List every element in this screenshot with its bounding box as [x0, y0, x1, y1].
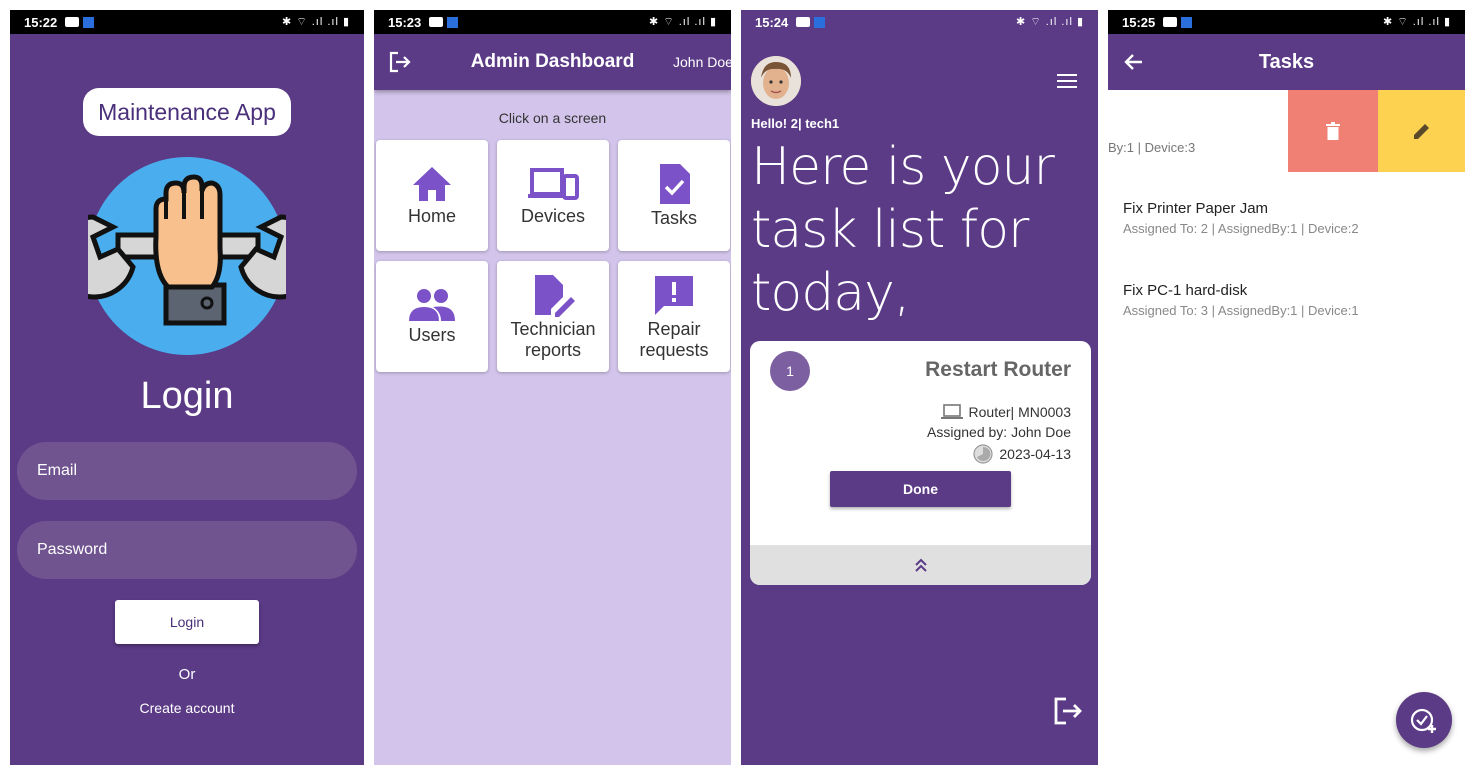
or-separator: Or: [178, 666, 196, 683]
youtube-icon: [1163, 17, 1178, 27]
youtube-icon: [796, 17, 811, 27]
tile-repair-requests[interactable]: Repair requests: [618, 261, 730, 372]
app-brand-badge: Maintenance App: [83, 88, 291, 136]
tile-users[interactable]: Users: [376, 261, 488, 372]
status-bar: 15:24 ✱ ⌔ .ıl .ıl ▮: [741, 10, 1098, 34]
signal-icons: ✱ ⌔ .ıl .ıl ▮: [1383, 16, 1451, 28]
clock-icon: [973, 444, 993, 464]
tile-tasks[interactable]: Tasks: [618, 140, 730, 251]
page-title: Login: [140, 375, 234, 417]
app-bar: Admin Dashboard John Doe: [374, 34, 731, 90]
signal-icons: ✱ ⌔ .ıl .ıl ▮: [1016, 16, 1084, 28]
tile-label: Technician reports: [510, 318, 596, 360]
task-device-line: Router| MN0003: [940, 404, 1071, 420]
youtube-icon: [65, 17, 80, 27]
task-title: Restart Router: [925, 358, 1071, 381]
add-task-icon: [1410, 708, 1436, 733]
login-screen: 15:22 ✱ ⌔ .ıl .ıl ▮ Maintenance App Logi…: [10, 10, 364, 765]
delete-action[interactable]: [1288, 90, 1378, 172]
app-notification-icon: [447, 16, 459, 28]
task-subtitle: Assigned To: 3 | AssignedBy:1 | Device:1: [1123, 303, 1359, 318]
create-account-link[interactable]: Create account: [10, 700, 364, 716]
list-item[interactable]: Fix Printer Paper Jam Assigned To: 2 | A…: [1123, 200, 1359, 236]
feedback-icon: [655, 275, 693, 315]
tile-home[interactable]: Home: [376, 140, 488, 251]
double-chevron-up-icon: [914, 558, 927, 572]
tile-devices[interactable]: Devices: [497, 140, 609, 251]
add-task-button[interactable]: [1396, 692, 1452, 748]
task-assigned-by: Assigned by: John Doe: [927, 424, 1071, 440]
app-notification-icon: [814, 16, 826, 28]
task-title: Fix Printer Paper Jam: [1123, 200, 1269, 217]
expand-card-toggle[interactable]: [750, 545, 1091, 585]
status-time: 15:25: [1122, 14, 1156, 30]
trash-icon: [1326, 122, 1340, 140]
email-field[interactable]: Email: [17, 442, 357, 500]
admin-dashboard-screen: 15:23 ✱ ⌔ .ıl .ıl ▮ Admin Dashboard John…: [374, 10, 731, 765]
signal-icons: ✱ ⌔ .ıl .ıl ▮: [649, 16, 717, 28]
status-time: 15:23: [388, 14, 422, 30]
task-date: 2023-04-13: [999, 446, 1071, 462]
task-card: 1 Restart Router Router| MN0003 Assigned…: [750, 341, 1091, 585]
task-file-icon: [660, 164, 690, 204]
tile-technician-reports[interactable]: Technician reports: [497, 261, 609, 372]
users-icon: [409, 289, 455, 321]
edit-action[interactable]: [1378, 90, 1465, 172]
tile-label: Devices: [520, 206, 586, 226]
task-subtitle: Assigned To: 2 | AssignedBy:1 | Device:2: [1123, 221, 1359, 236]
done-button[interactable]: Done: [830, 471, 1011, 507]
tile-label: Users: [408, 325, 456, 345]
hamburger-menu-icon[interactable]: [1057, 73, 1077, 89]
app-notification-icon: [1181, 16, 1193, 28]
youtube-icon: [429, 17, 444, 27]
edit-document-icon: [535, 274, 575, 317]
headline: Here is your task list for today,: [751, 137, 1055, 323]
task-title: Fix PC-1 hard-disk: [1123, 282, 1248, 299]
page-title: Tasks: [1258, 51, 1315, 73]
task-device: Router| MN0003: [968, 404, 1071, 420]
swiped-task-subtitle: By:1 | Device:3: [1108, 140, 1196, 155]
pencil-icon: [1413, 124, 1429, 139]
status-time: 15:24: [755, 14, 789, 30]
avatar-photo: [751, 56, 801, 106]
avatar[interactable]: [751, 56, 801, 106]
swiped-task-row[interactable]: By:1 | Device:3: [1108, 90, 1465, 172]
tasks-screen: 15:25 ✱ ⌔ .ıl .ıl ▮ Tasks By:1 | Device:…: [1108, 10, 1465, 765]
user-name: John Doe: [673, 54, 731, 70]
tile-label: Tasks: [650, 208, 697, 228]
password-field[interactable]: Password: [17, 521, 357, 579]
status-time: 15:22: [24, 14, 58, 30]
logout-icon[interactable]: [1053, 696, 1083, 726]
login-button[interactable]: Login: [115, 600, 259, 644]
status-bar: 15:23 ✱ ⌔ .ıl .ıl ▮: [374, 10, 731, 34]
signal-icons: ✱ ⌔ .ıl .ıl ▮: [282, 16, 350, 28]
list-item[interactable]: Fix PC-1 hard-disk Assigned To: 3 | Assi…: [1123, 282, 1359, 318]
tile-label: Repair requests: [639, 318, 709, 360]
task-date-line: 2023-04-13: [973, 444, 1071, 464]
greeting: Hello! 2| tech1: [751, 116, 840, 131]
devices-icon: [528, 168, 579, 200]
status-bar: 15:22 ✱ ⌔ .ıl .ıl ▮: [10, 10, 364, 34]
laptop-icon: [940, 404, 963, 419]
task-number-badge: 1: [770, 351, 810, 391]
technician-home-screen: 15:24 ✱ ⌔ .ıl .ıl ▮ Hello! 2| tech1 Here…: [741, 10, 1098, 765]
tile-label: Home: [407, 206, 456, 226]
status-bar: 15:25 ✱ ⌔ .ıl .ıl ▮: [1108, 10, 1465, 34]
dashboard-hint: Click on a screen: [498, 110, 607, 126]
app-bar: Tasks: [1108, 34, 1465, 90]
app-notification-icon: [83, 16, 95, 28]
wrench-hand-logo-icon: [88, 157, 286, 355]
home-icon: [413, 167, 451, 201]
